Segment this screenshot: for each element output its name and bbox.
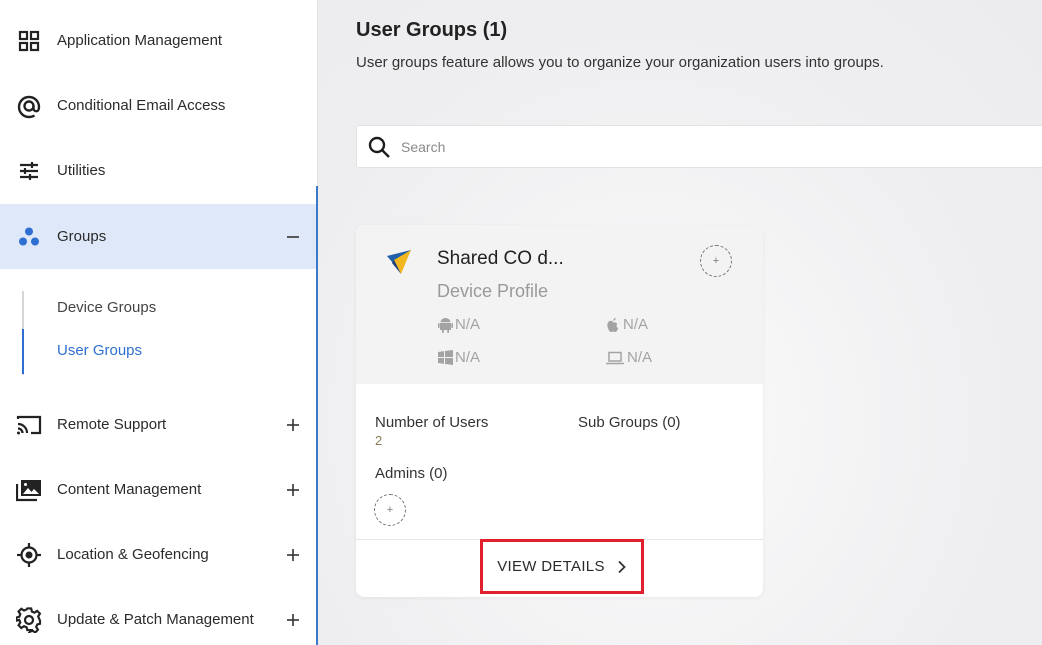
android-status: N/A (437, 316, 480, 333)
users-count-label: Number of Users (375, 414, 489, 431)
user-group-card: Shared CO d... Device Profile + N/A N/A … (356, 225, 763, 597)
sidebar-item-label: Groups (57, 228, 107, 245)
sidebar-item-label: Location & Geofencing (57, 546, 209, 563)
sidebar-item-update-patch-management[interactable]: Update & Patch Management (0, 587, 317, 645)
sidebar-item-content-management[interactable]: Content Management (0, 457, 317, 522)
sidebar-item-conditional-email-access[interactable]: Conditional Email Access (0, 73, 317, 138)
sidebar-item-label: Application Management (57, 32, 223, 49)
page-description: User groups feature allows you to organi… (356, 54, 884, 71)
apple-value: N/A (623, 316, 649, 333)
laptop-status: N/A (605, 349, 652, 366)
sliders-icon (16, 158, 42, 184)
sidebar-item-label: Utilities (57, 162, 106, 179)
view-details-label: VIEW DETAILS (497, 558, 605, 575)
windows-value: N/A (455, 349, 481, 366)
card-header: Shared CO d... Device Profile + N/A N/A … (356, 225, 763, 384)
laptop-value: N/A (627, 349, 653, 366)
apple-status: N/A (605, 316, 648, 333)
chevron-right-icon (617, 560, 627, 574)
sidebar-item-label: Content Management (57, 481, 202, 498)
sidebar-item-utilities[interactable]: Utilities (0, 138, 317, 203)
location-target-icon (16, 542, 42, 568)
group-profile-type: Device Profile (437, 281, 549, 301)
expand-icon[interactable] (284, 611, 302, 629)
search-input[interactable] (401, 134, 1001, 160)
apple-icon (605, 317, 621, 333)
sidebar-item-label: Remote Support (57, 416, 167, 433)
at-sign-icon (16, 93, 42, 119)
photo-library-icon (16, 477, 42, 503)
subgroups-label: Sub Groups (0) (578, 414, 681, 431)
group-name: Shared CO d... (437, 248, 564, 269)
users-count-value: 2 (375, 433, 383, 448)
collapse-icon[interactable] (284, 228, 302, 246)
sidebar-item-location-geofencing[interactable]: Location & Geofencing (0, 522, 317, 587)
submenu-active-indicator (22, 329, 24, 374)
expand-icon[interactable] (284, 546, 302, 564)
sidebar-item-label: Update & Patch Management (57, 611, 254, 628)
android-value: N/A (455, 316, 481, 333)
search-icon[interactable] (367, 135, 391, 159)
expand-icon[interactable] (284, 416, 302, 434)
android-icon (437, 317, 453, 333)
sidebar-subitem-user-groups[interactable]: User Groups (57, 342, 142, 359)
expand-icon[interactable] (284, 481, 302, 499)
main-content: User Groups (1) User groups feature allo… (318, 0, 1042, 645)
groups-icon (16, 224, 42, 250)
windows-icon (437, 350, 453, 366)
sidebar-item-remote-support[interactable]: Remote Support (0, 392, 317, 457)
view-details-button[interactable]: VIEW DETAILS (480, 539, 644, 594)
sidebar-item-groups[interactable]: Groups (0, 204, 317, 269)
cast-icon (16, 412, 42, 438)
sidebar: Application Management Conditional Email… (0, 0, 318, 645)
sidebar-subitem-device-groups[interactable]: Device Groups (57, 299, 156, 316)
sidebar-item-application-management[interactable]: Application Management (0, 8, 317, 73)
add-profile-button[interactable]: + (700, 245, 732, 277)
grid-icon (16, 28, 42, 54)
sidebar-item-label: Conditional Email Access (57, 97, 226, 114)
gear-icon (16, 606, 42, 633)
search-box (356, 125, 1042, 168)
app-logo-icon (384, 247, 414, 277)
admins-label: Admins (0) (375, 465, 448, 482)
page-title: User Groups (1) (356, 19, 508, 41)
windows-status: N/A (437, 349, 480, 366)
add-admin-button[interactable]: + (374, 494, 406, 526)
laptop-icon (605, 350, 625, 366)
